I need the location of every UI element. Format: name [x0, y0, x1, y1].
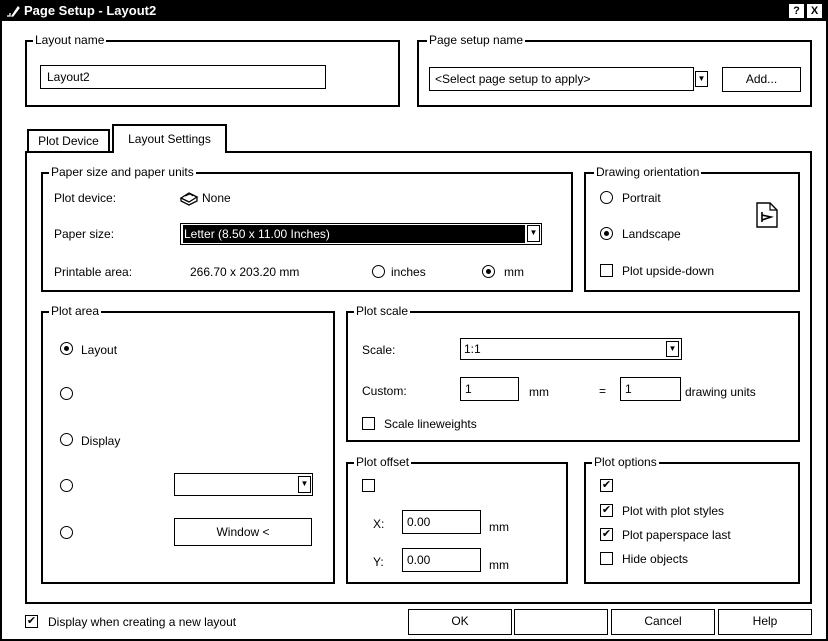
plot-lineweights-checkbox[interactable]: ✔ [600, 479, 613, 492]
title-bar: Page Setup - Layout2 ? X [2, 2, 826, 21]
plot-paperspace-last-checkbox[interactable]: ✔ [600, 528, 613, 541]
unlabeled-button[interactable] [514, 609, 608, 635]
drawing-orientation-group-label: Drawing orientation [594, 165, 702, 179]
scale-lineweights-checkbox[interactable] [362, 417, 375, 430]
chevron-down-icon[interactable]: ▼ [527, 225, 540, 242]
equals-sign: = [599, 384, 607, 398]
close-button[interactable]: X [807, 4, 822, 18]
center-plot-checkbox[interactable] [362, 479, 375, 492]
layout-name-input[interactable]: Layout2 [40, 65, 326, 89]
printable-area-value: 266.70 x 203.20 mm [190, 265, 300, 279]
help-button[interactable]: Help [718, 609, 812, 635]
paper-size-select[interactable]: Letter (8.50 x 11.00 Inches) [180, 223, 542, 245]
drawing-orientation-group: Drawing orientation Portrait Landscape P… [584, 165, 800, 292]
plot-offset-group-label: Plot offset [354, 455, 412, 469]
display-radio[interactable] [60, 433, 73, 446]
hide-objects-label: Hide objects [622, 552, 689, 566]
view-radio[interactable] [60, 479, 73, 492]
landscape-orientation-icon [756, 202, 778, 228]
plot-device-value: None [202, 191, 231, 205]
portrait-radio-label: Portrait [622, 191, 661, 205]
add-button[interactable]: Add... [722, 67, 801, 92]
display-radio-label: Display [81, 434, 121, 448]
y-offset-label: Y: [373, 555, 384, 569]
x-offset-unit: mm [489, 520, 509, 534]
drawing-units-input[interactable]: 1 [620, 377, 681, 401]
page-setup-name-group: Page setup name <Select page setup to ap… [417, 33, 812, 107]
plot-with-plot-styles-checkbox[interactable]: ✔ [600, 504, 613, 517]
paper-size-label: Paper size: [54, 227, 115, 241]
inches-radio-label: inches [391, 265, 426, 279]
x-offset-input[interactable]: 0.00 [402, 510, 481, 534]
page-setup-dialog: Page Setup - Layout2 ? X Layout name Lay… [0, 0, 828, 641]
plot-options-group: Plot options ✔ ✔ Plot with plot styles ✔… [584, 455, 800, 584]
paper-size-group: Paper size and paper units Plot device: … [41, 165, 573, 292]
printable-area-label: Printable area: [54, 265, 133, 279]
layout-radio[interactable] [60, 342, 73, 355]
custom-scale-unit: mm [529, 385, 549, 399]
layout-name-group: Layout name Layout2 [25, 33, 400, 107]
display-new-layout-label: Display when creating a new layout [48, 615, 237, 629]
plot-offset-group: Plot offset X: 0.00 mm Y: 0.00 mm [346, 455, 568, 584]
plot-area-group-label: Plot area [49, 304, 102, 318]
chevron-down-icon[interactable]: ▼ [298, 476, 311, 493]
page-setup-name-group-label: Page setup name [427, 33, 526, 47]
scale-select[interactable]: 1:1 [460, 338, 682, 360]
plot-options-group-label: Plot options [592, 455, 659, 469]
plot-scale-group-label: Plot scale [354, 304, 411, 318]
window-button[interactable]: Window < [174, 518, 312, 546]
tab-layout-settings[interactable]: Layout Settings [112, 124, 227, 153]
plot-paperspace-last-label: Plot paperspace last [622, 528, 731, 542]
scale-label: Scale: [362, 343, 396, 357]
display-new-layout-checkbox[interactable]: ✔ [25, 615, 38, 628]
paper-size-group-label: Paper size and paper units [49, 165, 196, 179]
mm-radio-label: mm [504, 265, 524, 279]
plot-device-label: Plot device: [54, 191, 117, 205]
plot-with-plot-styles-label: Plot with plot styles [622, 504, 725, 518]
plot-upside-down-label: Plot upside-down [622, 264, 715, 278]
help-title-button[interactable]: ? [789, 4, 804, 18]
layout-settings-panel: Paper size and paper units Plot device: … [25, 151, 812, 604]
page-setup-select[interactable]: <Select page setup to apply> [429, 67, 694, 91]
chevron-down-icon[interactable]: ▼ [666, 341, 679, 357]
layout-name-group-label: Layout name [33, 33, 107, 47]
hide-objects-checkbox[interactable] [600, 552, 613, 565]
landscape-radio[interactable] [600, 227, 613, 240]
app-icon [7, 5, 20, 17]
plot-scale-group: Plot scale Scale: 1:1 ▼ Custom: 1 mm = 1… [346, 304, 800, 442]
chevron-down-icon[interactable]: ▼ [695, 71, 708, 87]
landscape-radio-label: Landscape [622, 227, 681, 241]
custom-scale-input[interactable]: 1 [460, 377, 519, 401]
ok-button[interactable]: OK [408, 609, 512, 635]
window-title: Page Setup - Layout2 [24, 3, 157, 18]
layout-radio-label: Layout [81, 343, 118, 357]
inches-radio[interactable] [372, 265, 385, 278]
cancel-button[interactable]: Cancel [611, 609, 715, 635]
y-offset-input[interactable]: 0.00 [402, 548, 481, 572]
limits-radio[interactable] [60, 387, 73, 400]
drawing-units-label: drawing units [685, 385, 756, 399]
window-radio[interactable] [60, 526, 73, 539]
y-offset-unit: mm [489, 558, 509, 572]
view-select[interactable] [174, 473, 313, 496]
portrait-radio[interactable] [600, 191, 613, 204]
plot-upside-down-checkbox[interactable] [600, 264, 613, 277]
plotter-icon [179, 192, 199, 206]
x-offset-label: X: [373, 517, 385, 531]
paper-size-selected-value: Letter (8.50 x 11.00 Inches) [183, 225, 525, 243]
scale-lineweights-label: Scale lineweights [384, 417, 477, 431]
mm-radio[interactable] [482, 265, 495, 278]
tab-plot-device[interactable]: Plot Device [27, 129, 110, 151]
plot-area-group: Plot area Layout Display ▼ Window < [41, 304, 335, 584]
custom-label: Custom: [362, 384, 407, 398]
